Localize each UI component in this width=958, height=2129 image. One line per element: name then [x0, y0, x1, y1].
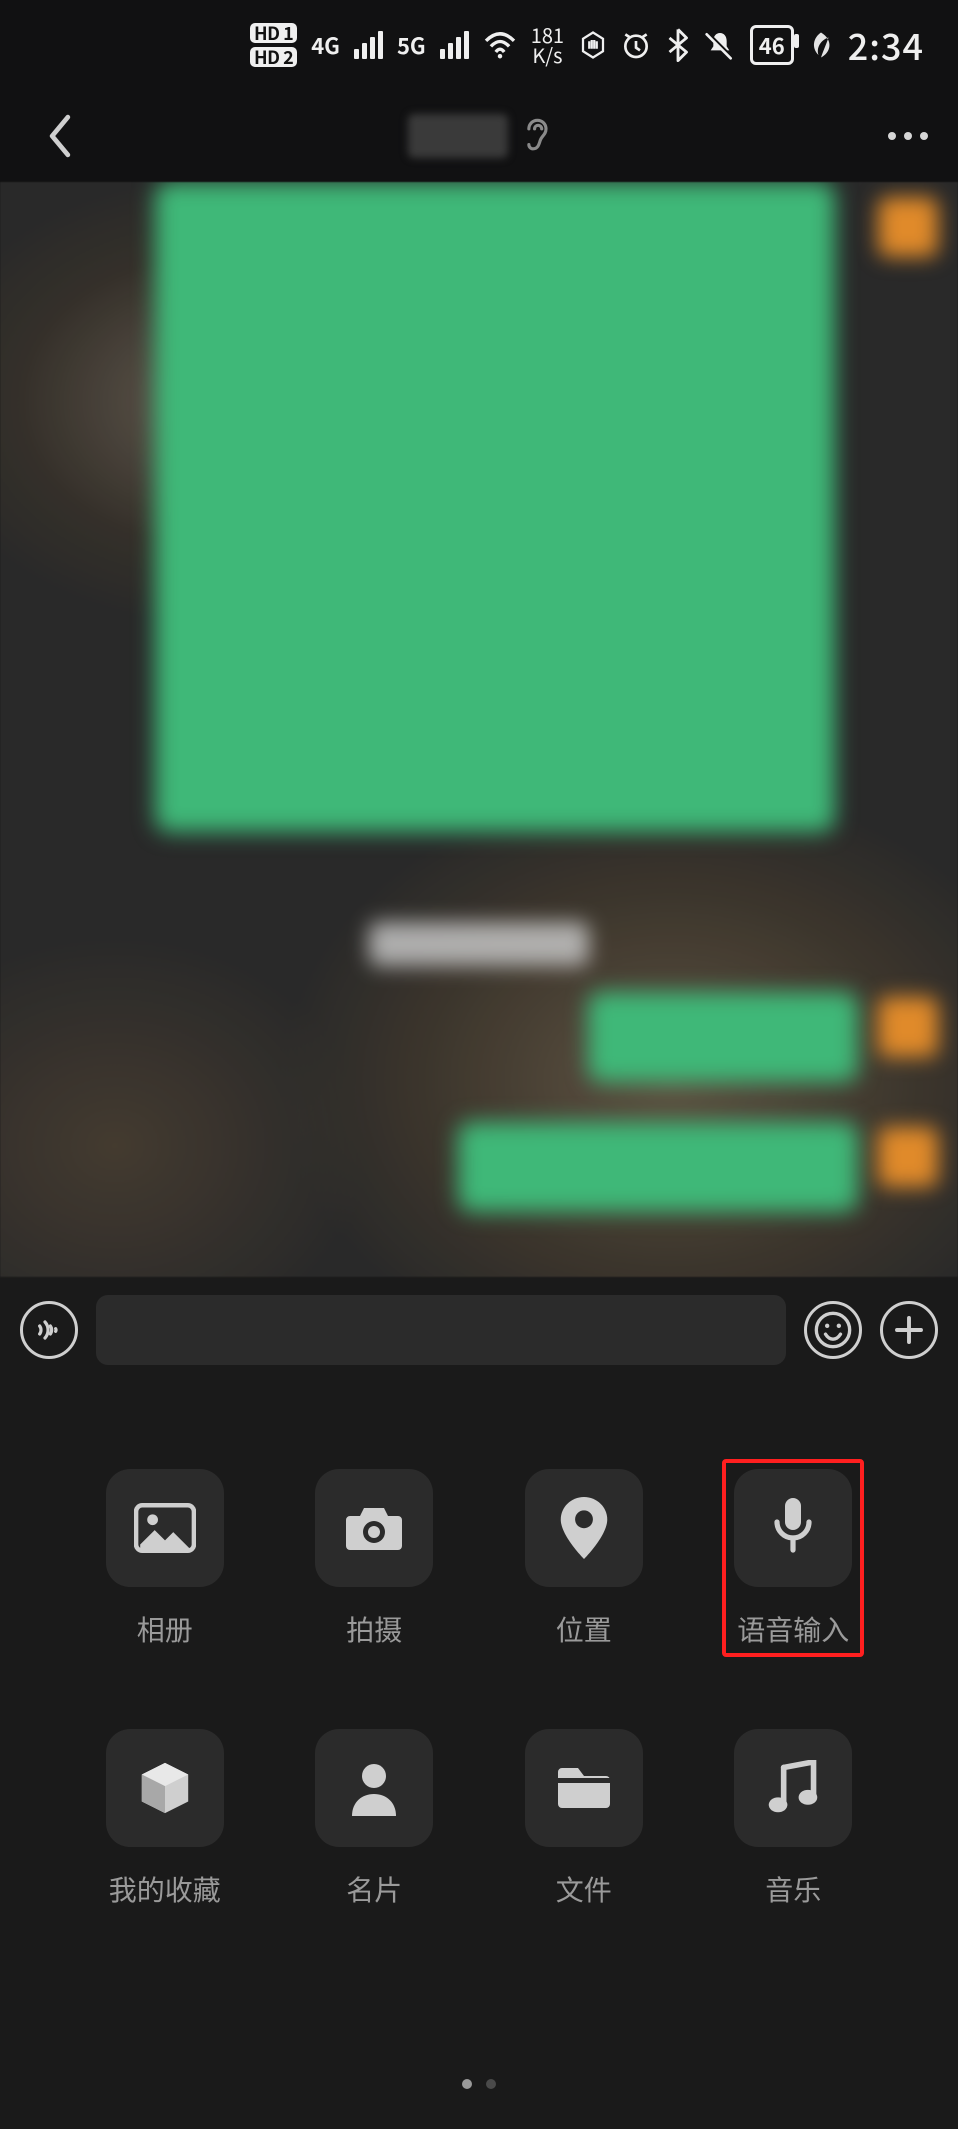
timestamp-pill — [369, 922, 589, 966]
attach-label: 拍摄 — [346, 1609, 402, 1649]
message-text-input[interactable] — [96, 1295, 786, 1365]
sender-avatar — [878, 997, 938, 1057]
attach-item-location[interactable]: 位置 — [479, 1469, 689, 1649]
highlight-annotation: 语音输入 — [722, 1459, 864, 1657]
clock-time: 2:34 — [848, 19, 924, 71]
image-icon — [106, 1469, 224, 1587]
attach-label: 相册 — [137, 1609, 193, 1649]
hd-badge-stack: HD 1 HD 2 — [250, 23, 297, 67]
hand-icon — [578, 30, 608, 60]
alarm-icon — [620, 29, 652, 61]
bluetooth-icon — [666, 28, 690, 62]
chat-title-redacted — [408, 114, 508, 158]
page-dot-active — [462, 2079, 472, 2089]
message-input-bar — [0, 1277, 958, 1383]
camera-icon — [315, 1469, 433, 1587]
music-note-icon — [734, 1729, 852, 1847]
attach-label: 语音输入 — [737, 1609, 849, 1649]
sender-avatar — [878, 197, 938, 257]
hd1-badge: HD 1 — [250, 23, 297, 43]
microphone-icon — [734, 1469, 852, 1587]
speed-unit: K/s — [532, 45, 562, 65]
more-menu-button[interactable] — [888, 132, 928, 140]
attach-item-album[interactable]: 相册 — [60, 1469, 270, 1649]
signal-bars-1 — [354, 31, 383, 59]
attach-item-voice-input[interactable]: 语音输入 — [689, 1469, 899, 1649]
outgoing-message-bubble — [458, 1122, 858, 1212]
outgoing-message-bubble — [588, 992, 858, 1082]
status-left: HD 1 HD 2 4G 5G 181 K/s — [250, 23, 608, 67]
folder-icon — [525, 1729, 643, 1847]
attach-label: 位置 — [556, 1609, 612, 1649]
person-icon — [315, 1729, 433, 1847]
signal-bars-2 — [440, 31, 469, 59]
cube-icon — [106, 1729, 224, 1847]
attach-label: 文件 — [556, 1869, 612, 1909]
status-bar: HD 1 HD 2 4G 5G 181 K/s — [0, 0, 958, 90]
header-center — [408, 114, 550, 158]
leaf-icon — [808, 30, 834, 60]
sender-avatar — [878, 1127, 938, 1187]
attach-item-file[interactable]: 文件 — [479, 1729, 689, 1909]
status-right: 46 2:34 — [620, 19, 924, 71]
chat-messages-area[interactable] — [0, 182, 958, 1277]
network-5g-label: 5G — [397, 29, 426, 61]
attachment-panel: 相册 拍摄 位置 — [0, 1383, 958, 2129]
wifi-icon — [483, 31, 517, 59]
earpiece-mode-icon — [522, 116, 550, 156]
attach-item-music[interactable]: 音乐 — [689, 1729, 899, 1909]
back-button[interactable] — [30, 106, 90, 166]
page-indicator[interactable] — [462, 2079, 496, 2129]
outgoing-message-bubble — [155, 182, 835, 832]
network-4g-label: 4G — [311, 29, 340, 61]
hd2-badge: HD 2 — [250, 47, 297, 67]
chat-header — [0, 90, 958, 182]
attachment-grid: 相册 拍摄 位置 — [60, 1469, 898, 1909]
attach-item-contact-card[interactable]: 名片 — [270, 1729, 480, 1909]
battery-indicator: 46 — [750, 25, 794, 65]
mute-bell-icon — [704, 29, 736, 61]
attach-item-favorites[interactable]: 我的收藏 — [60, 1729, 270, 1909]
attach-item-camera[interactable]: 拍摄 — [270, 1469, 480, 1649]
network-speed: 181 K/s — [531, 25, 564, 65]
location-pin-icon — [525, 1469, 643, 1587]
attach-label: 名片 — [346, 1869, 402, 1909]
attach-label: 我的收藏 — [109, 1869, 221, 1909]
attachment-panel-toggle[interactable] — [880, 1301, 938, 1359]
attach-label: 音乐 — [765, 1869, 821, 1909]
voice-message-toggle[interactable] — [20, 1301, 78, 1359]
page-dot — [486, 2079, 496, 2089]
emoji-button[interactable] — [804, 1301, 862, 1359]
